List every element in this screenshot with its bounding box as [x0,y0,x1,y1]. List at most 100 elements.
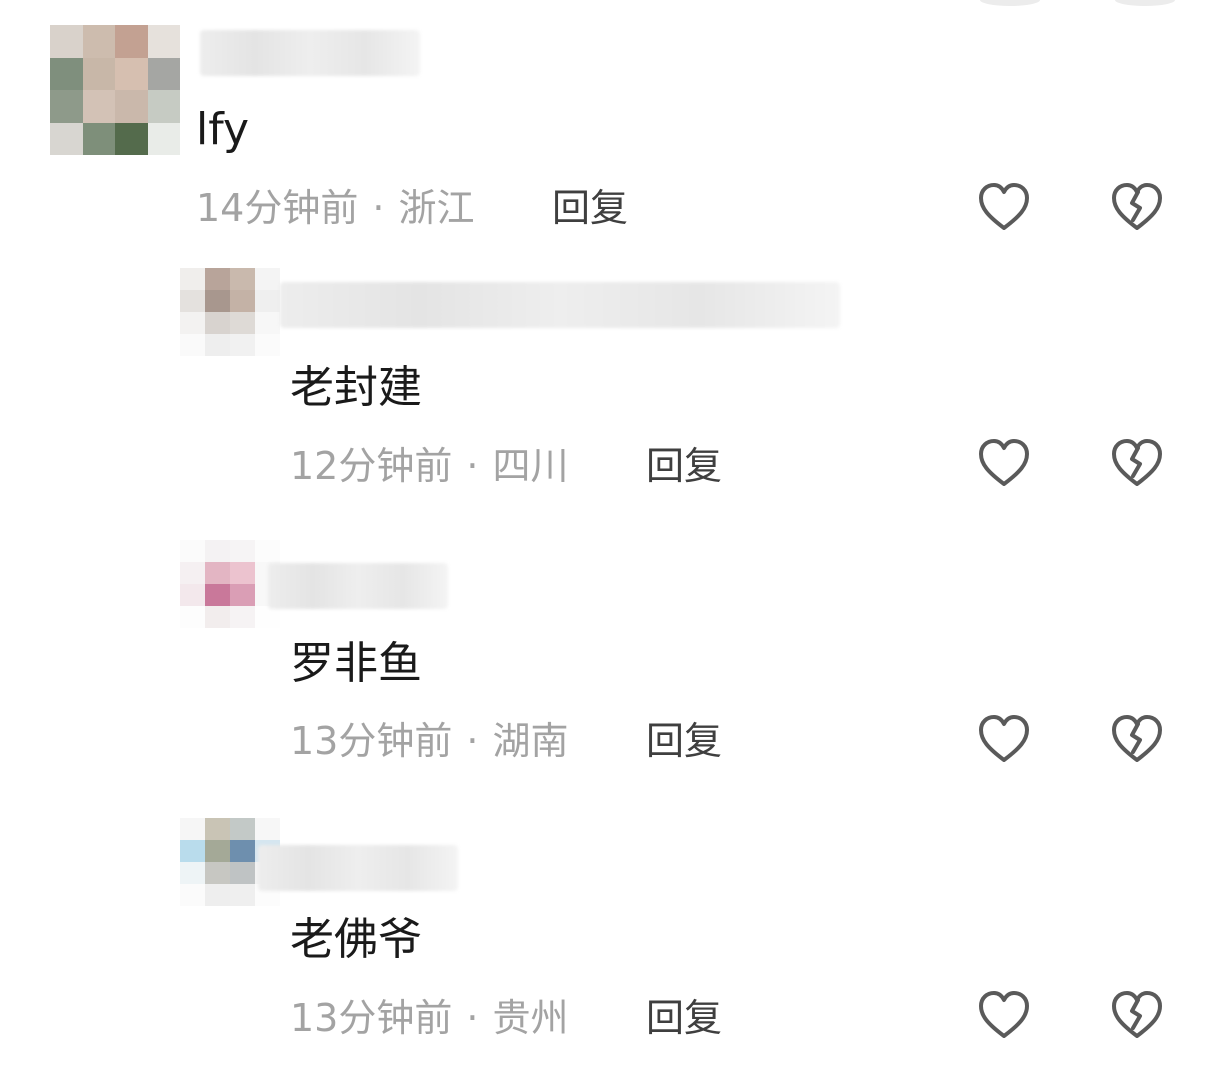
avatar-pixel [180,818,205,840]
broken-heart-outline-icon [1112,183,1162,230]
comment-meta: 13分钟前 · 贵州 [290,999,568,1037]
avatar-pixel [180,290,205,312]
avatar-pixel [50,90,83,123]
avatar-pixel [180,840,205,862]
avatar-pixel [205,862,230,884]
avatar-pixel [230,584,255,606]
avatar-pixel [255,268,280,290]
like-button[interactable] [976,436,1032,492]
reply-button[interactable]: 回复 [552,189,628,227]
comment-time: 12分钟前 [290,444,453,488]
broken-heart-outline-icon [1112,715,1162,762]
avatar-pixel [115,122,148,155]
avatar-pixel [180,268,205,290]
comment-time: 13分钟前 [290,996,453,1040]
like-button[interactable] [976,180,1032,236]
avatar-pixel [255,540,280,562]
avatar-pixel [230,862,255,884]
avatar-pixel [50,57,83,90]
avatar-pixel [180,884,205,906]
avatar-pixel [230,606,255,628]
reply-button[interactable]: 回复 [646,447,722,485]
heart-outline-icon [979,439,1029,486]
avatar-pixel [205,334,230,356]
cutoff-element [980,0,1040,6]
avatar-pixel [205,584,230,606]
avatar[interactable] [50,25,180,155]
comment-location: 浙江 [398,186,475,230]
avatar-pixel [147,25,180,58]
avatar-pixel [50,122,83,155]
avatar-pixel [82,122,115,155]
avatar-pixel [230,268,255,290]
comment-time: 13分钟前 [290,719,453,763]
avatar-pixel [115,90,148,123]
avatar-pixel [180,562,205,584]
comment-location: 湖南 [492,719,569,763]
like-button[interactable] [976,988,1032,1044]
avatar-pixel [180,584,205,606]
avatar-pixel [180,540,205,562]
avatar-pixel [205,818,230,840]
avatar-pixel [255,312,280,334]
avatar-pixel [205,606,230,628]
avatar-pixel [180,606,205,628]
meta-separator: · [466,719,479,763]
cutoff-element [1115,0,1175,6]
avatar-pixel [115,25,148,58]
username-blurred[interactable] [200,30,420,76]
avatar-pixel [230,334,255,356]
avatar-pixel [147,57,180,90]
avatar[interactable] [180,268,280,356]
avatar-pixel [255,818,280,840]
avatar-pixel [205,312,230,334]
comment-meta: 12分钟前 · 四川 [290,447,568,485]
reply-button[interactable]: 回复 [646,722,722,760]
avatar-pixel [50,25,83,58]
comment-time: 14分钟前 [196,186,359,230]
avatar-pixel [82,90,115,123]
avatar-pixel [115,57,148,90]
avatar-pixel [205,290,230,312]
avatar-pixel [82,57,115,90]
dislike-button[interactable] [1109,712,1165,768]
heart-outline-icon [979,715,1029,762]
avatar-pixel [180,312,205,334]
avatar-pixel [230,540,255,562]
username-blurred[interactable] [268,563,448,609]
comment-text: 老佛爷 [290,914,422,965]
avatar-pixel [180,862,205,884]
avatar-pixel [230,818,255,840]
avatar-pixel [205,884,230,906]
dislike-button[interactable] [1109,180,1165,236]
like-button[interactable] [976,712,1032,768]
comment-meta: 14分钟前 · 浙江 [196,189,474,227]
avatar-pixel [147,90,180,123]
avatar-pixel [82,25,115,58]
avatar-pixel [205,840,230,862]
meta-separator: · [372,186,385,230]
avatar-pixel [230,562,255,584]
avatar-pixel [147,122,180,155]
comment-text: 罗非鱼 [290,638,422,689]
meta-separator: · [466,996,479,1040]
dislike-button[interactable] [1109,436,1165,492]
avatar-pixel [205,540,230,562]
avatar-pixel [180,334,205,356]
avatar-pixel [205,562,230,584]
heart-outline-icon [979,183,1029,230]
avatar-pixel [205,268,230,290]
reply-button[interactable]: 回复 [646,999,722,1037]
comment-location: 贵州 [492,996,569,1040]
username-blurred[interactable] [258,845,458,891]
username-blurred[interactable] [280,282,840,328]
avatar[interactable] [180,540,280,628]
heart-outline-icon [979,991,1029,1038]
avatar-pixel [255,290,280,312]
comment-meta: 13分钟前 · 湖南 [290,722,568,760]
avatar-pixel [255,334,280,356]
avatar-pixel [230,840,255,862]
dislike-button[interactable] [1109,988,1165,1044]
broken-heart-outline-icon [1112,991,1162,1038]
broken-heart-outline-icon [1112,439,1162,486]
